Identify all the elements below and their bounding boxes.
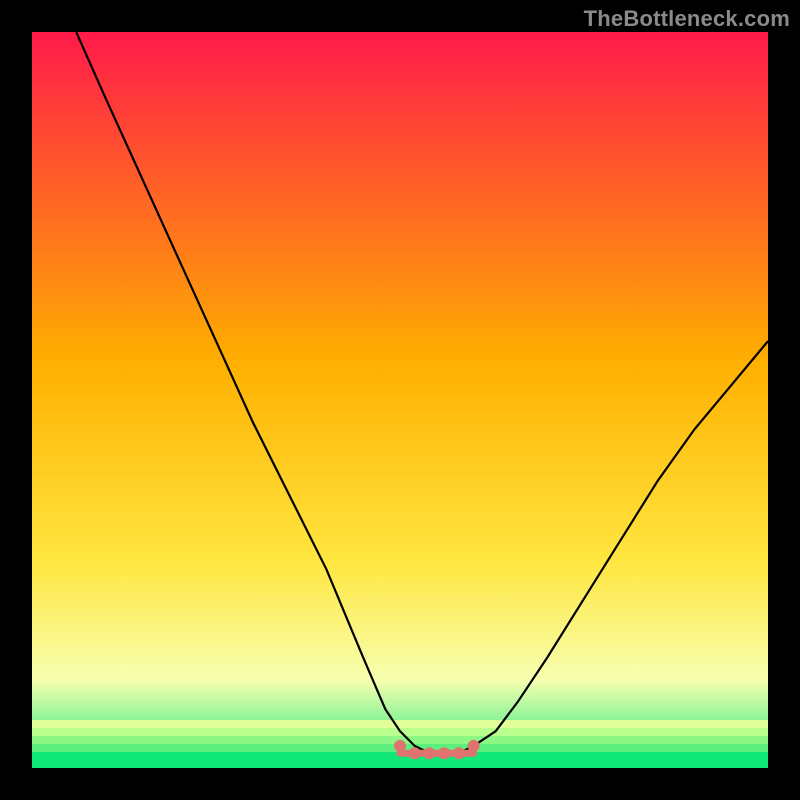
optimal-dot (438, 747, 450, 759)
optimal-dot (453, 747, 465, 759)
chart-svg (32, 32, 768, 768)
optimal-dot (394, 740, 406, 752)
watermark-text: TheBottleneck.com (584, 6, 790, 32)
gradient-background (32, 32, 768, 768)
chart-plot-area (32, 32, 768, 768)
optimal-dot (409, 747, 421, 759)
optimal-dot (468, 740, 480, 752)
optimal-dot (423, 747, 435, 759)
chart-frame: TheBottleneck.com (0, 0, 800, 800)
